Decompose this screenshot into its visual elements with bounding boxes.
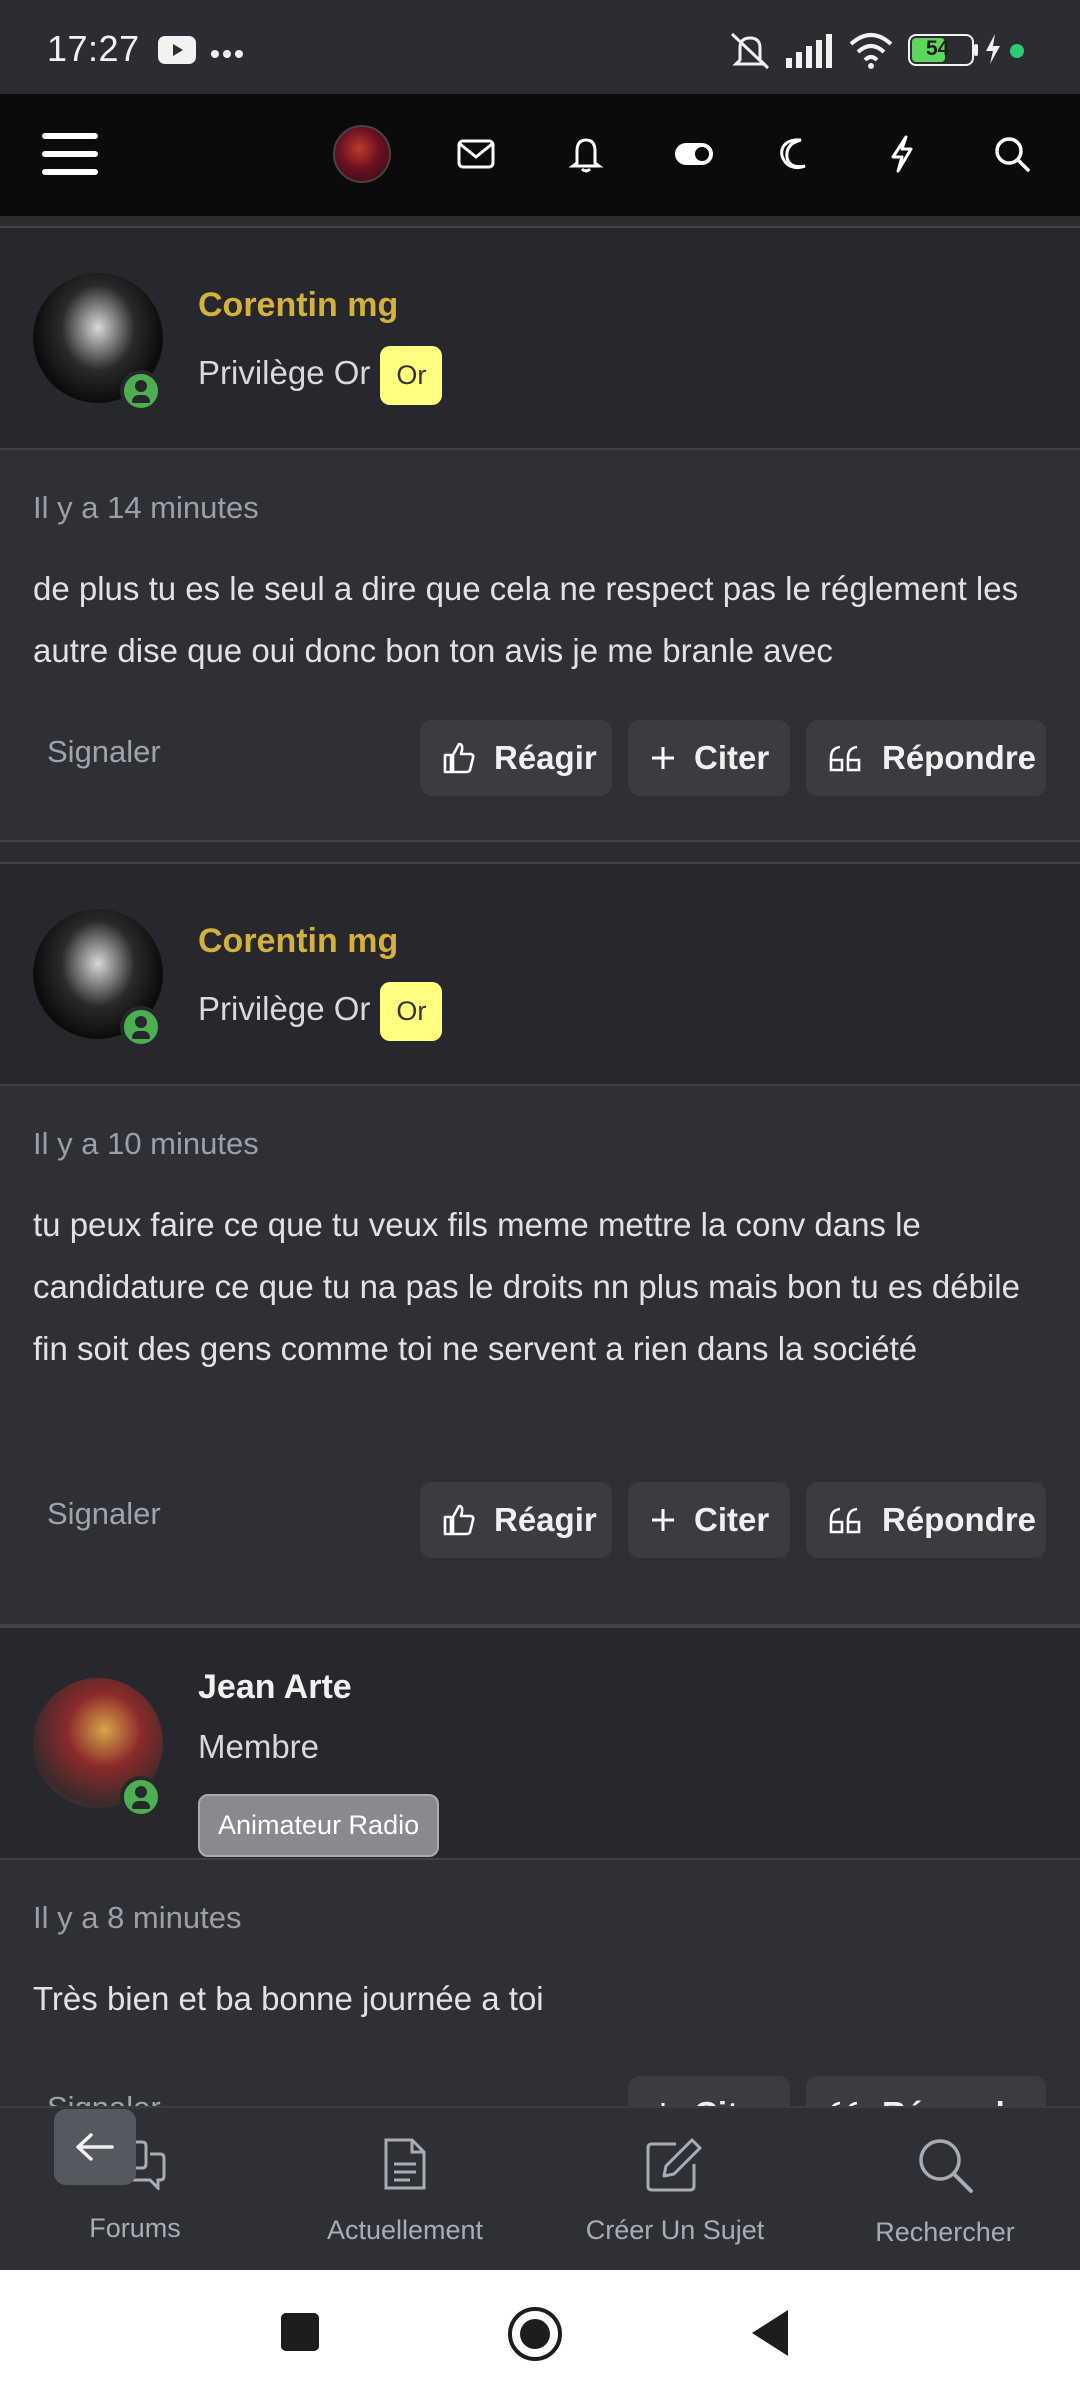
post-time[interactable]: Il y a 10 minutes xyxy=(33,1126,259,1162)
status-time: 17:27 xyxy=(47,28,140,69)
top-navigation xyxy=(0,94,1080,216)
search-icon[interactable] xyxy=(982,124,1042,184)
user-rank: Privilège Or Or xyxy=(198,982,443,1041)
mail-icon[interactable] xyxy=(446,124,506,184)
more-dots-icon xyxy=(210,46,244,64)
youtube-icon xyxy=(158,36,196,69)
username[interactable]: Corentin mg xyxy=(198,286,398,325)
rank-badge: Or xyxy=(380,346,443,405)
bell-icon[interactable] xyxy=(556,124,616,184)
tab-actuellement-label: Actuellement xyxy=(326,2215,484,2245)
user-avatar[interactable] xyxy=(332,124,392,184)
quote-label: Citer xyxy=(694,1501,770,1538)
quote-marks-icon xyxy=(829,1507,861,1534)
rank-badge: Or xyxy=(380,982,443,1041)
quote-button[interactable]: Citer xyxy=(628,1482,790,1558)
post-header: Corentin mg Privilège Or Or xyxy=(0,228,1080,450)
react-button[interactable]: Réagir xyxy=(420,720,612,796)
report-link[interactable]: Signaler xyxy=(47,2090,161,2106)
menu-icon[interactable] xyxy=(40,124,100,184)
tab-search[interactable]: Rechercher xyxy=(810,2136,1080,2248)
document-icon xyxy=(384,2138,426,2190)
privacy-dot-icon xyxy=(1010,44,1024,63)
rank-label: Privilège Or xyxy=(198,354,371,392)
role-badge: Animateur Radio xyxy=(198,1794,440,1857)
react-label: Réagir xyxy=(494,1501,597,1538)
back-icon[interactable] xyxy=(750,2308,790,2358)
reply-button[interactable]: Répondre xyxy=(806,720,1046,796)
quote-label: Citer xyxy=(694,2095,769,2106)
online-status-icon xyxy=(120,1776,162,1818)
thumbs-up-icon xyxy=(443,1504,475,1536)
wifi-icon xyxy=(848,30,894,75)
reply-label: Répondre xyxy=(882,739,1037,776)
thread-content: Corentin mg Privilège Or Or Il y a 14 min… xyxy=(0,216,1080,2106)
battery-level: 54 xyxy=(926,37,950,60)
arrow-left-icon xyxy=(76,2133,114,2161)
tab-search-label: Rechercher xyxy=(875,2217,1015,2247)
quote-button[interactable]: Citer xyxy=(628,720,790,796)
home-icon[interactable] xyxy=(507,2306,563,2362)
username[interactable]: Corentin mg xyxy=(198,922,398,961)
post: Corentin mg Privilège Or Or Il y a 10 min… xyxy=(0,862,1080,1626)
tab-create-topic-label: Créer Un Sujet xyxy=(585,2215,765,2245)
user-rank: Privilège Or Or xyxy=(198,346,443,405)
post-header: Corentin mg Privilège Or Or xyxy=(0,864,1080,1086)
thumbs-up-icon xyxy=(443,742,475,774)
online-status-icon xyxy=(120,1006,162,1048)
bolt-icon[interactable] xyxy=(872,124,932,184)
bottom-navigation: Forums Actuellement Créer Un Sujet Reche… xyxy=(0,2106,1080,2272)
post-message: de plus tu es le seul a dire que cela ne… xyxy=(33,570,1019,669)
tab-actuellement[interactable]: Actuellement xyxy=(270,2136,540,2246)
moon-icon[interactable] xyxy=(764,124,824,184)
online-status-icon xyxy=(120,370,162,412)
plus-icon xyxy=(652,747,674,769)
post: Corentin mg Privilège Or Or Il y a 14 min… xyxy=(0,226,1080,842)
plus-icon xyxy=(652,1509,674,1531)
charging-icon xyxy=(984,34,1002,69)
reply-button[interactable]: Répondre xyxy=(806,2076,1046,2106)
rank-label: Privilège Or xyxy=(198,990,371,1028)
reply-button[interactable]: Répondre xyxy=(806,1482,1046,1558)
system-navigation-bar xyxy=(0,2270,1080,2400)
report-link[interactable]: Signaler xyxy=(47,734,161,770)
user-rank: Membre xyxy=(198,1728,320,1765)
recents-icon[interactable] xyxy=(280,2312,320,2352)
tab-forums-label: Forums xyxy=(89,2213,181,2243)
post-header: Jean Arte Membre Animateur Radio xyxy=(0,1628,1080,1860)
react-button[interactable]: Réagir xyxy=(420,1482,612,1558)
reply-label: Répondre xyxy=(882,1501,1037,1538)
status-bar: 17:27 54 xyxy=(0,0,1080,94)
post: Jean Arte Membre Animateur Radio Il y a … xyxy=(0,1626,1080,2106)
post-time[interactable]: Il y a 14 minutes xyxy=(33,490,259,526)
report-link[interactable]: Signaler xyxy=(47,1496,161,1532)
username[interactable]: Jean Arte xyxy=(198,1668,352,1707)
mute-icon xyxy=(728,30,772,75)
quote-marks-icon xyxy=(829,745,861,772)
quote-button[interactable]: Citer xyxy=(628,2076,790,2106)
reply-label: Répondre xyxy=(882,2095,1036,2106)
tab-create-topic[interactable]: Créer Un Sujet xyxy=(540,2136,810,2246)
signal-icon xyxy=(786,34,836,73)
post-time[interactable]: Il y a 8 minutes xyxy=(33,1900,241,1936)
toggle-icon[interactable] xyxy=(664,124,724,184)
avatar xyxy=(333,125,391,183)
edit-icon xyxy=(646,2138,702,2192)
back-button[interactable] xyxy=(54,2109,136,2185)
quote-label: Citer xyxy=(694,739,770,776)
react-label: Réagir xyxy=(494,739,597,776)
post-message: Très bien et ba bonne journée a toi xyxy=(33,1980,544,2017)
post-message: tu peux faire ce que tu veux fils meme m… xyxy=(33,1206,1020,1367)
search-icon xyxy=(919,2139,973,2193)
